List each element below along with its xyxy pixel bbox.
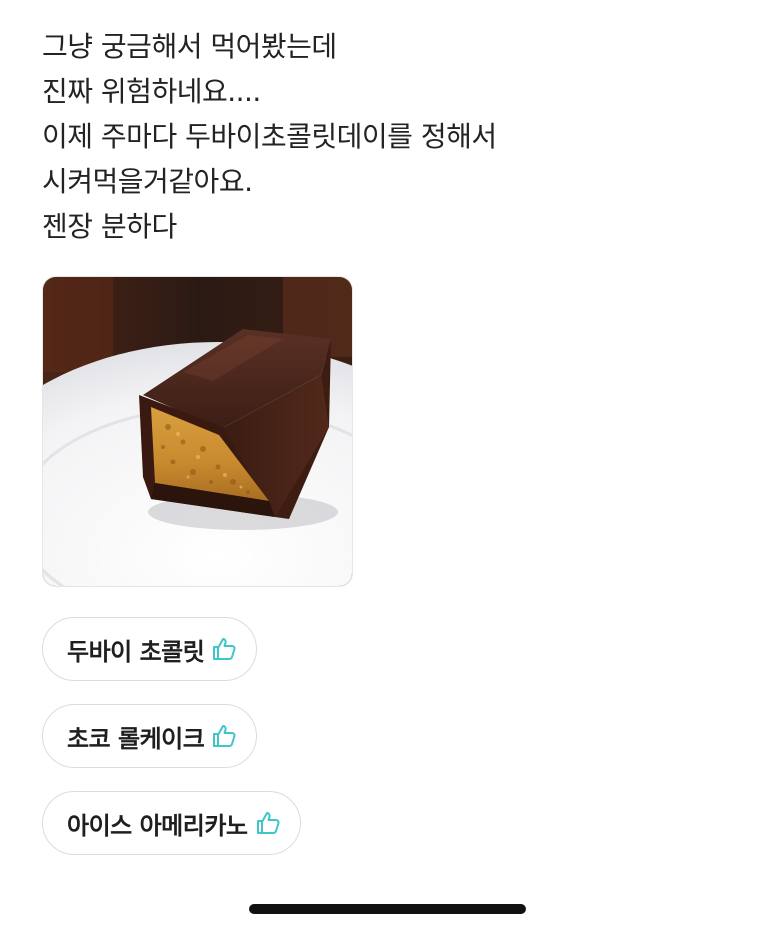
post-text: 그냥 궁금해서 먹어봤는데 진짜 위험하네요.... 이제 주마다 두바이초콜릿… [42, 24, 497, 249]
post-line: 진짜 위험하네요.... [42, 75, 261, 108]
menu-chip[interactable]: 아이스 아메리카노 [42, 791, 301, 855]
post-photo[interactable] [42, 276, 353, 587]
thumbs-up-icon [213, 725, 236, 747]
thumbs-up-icon [213, 638, 236, 660]
post-line: 그냥 궁금해서 먹어봤는데 [42, 30, 337, 63]
home-indicator[interactable] [249, 904, 526, 914]
menu-chip-label: 아이스 아메리카노 [67, 811, 248, 840]
menu-chip-label: 초코 롤케이크 [67, 724, 205, 753]
post-line: 젠장 분하다 [42, 210, 177, 243]
chocolate-bar-photo [43, 277, 352, 586]
menu-chip-label: 두바이 초콜릿 [67, 637, 205, 666]
menu-chip[interactable]: 두바이 초콜릿 [42, 617, 258, 681]
thumbs-up-icon [256, 812, 280, 834]
post-line: 시켜먹을거같아요. [42, 165, 253, 198]
post-line: 이제 주마다 두바이초콜릿데이를 정해서 [42, 120, 497, 153]
menu-chip[interactable]: 초코 롤케이크 [42, 704, 258, 768]
menu-chip-list: 두바이 초콜릿 초코 롤케이크 아이스 아메리카노 [42, 617, 301, 878]
